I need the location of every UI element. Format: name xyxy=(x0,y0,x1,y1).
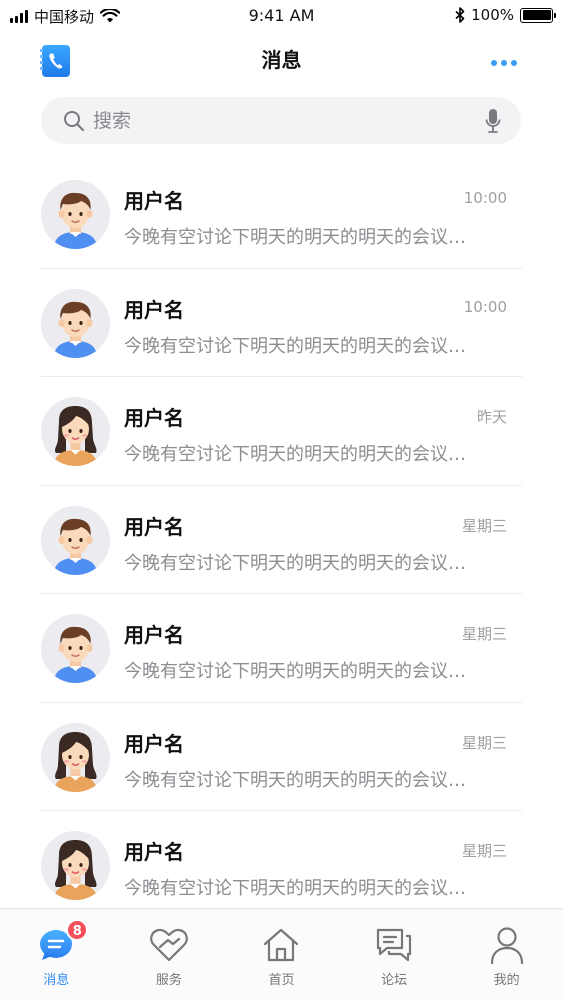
message-time: 星期三 xyxy=(461,733,507,752)
microphone-icon[interactable] xyxy=(485,108,501,134)
unread-badge: 8 xyxy=(66,919,89,941)
avatar xyxy=(41,397,110,466)
tab-label: 我的 xyxy=(493,973,520,988)
message-row[interactable]: 用户名 星期三 今晚有空讨论下明天的明天的明天的会议… xyxy=(0,811,563,920)
tab-messages[interactable]: 8 消息 xyxy=(0,909,113,1000)
message-time: 星期三 xyxy=(461,842,507,860)
sender-name: 用户名 xyxy=(124,731,184,756)
message-time: 星期三 xyxy=(461,625,507,643)
tab-profile[interactable]: 我的 xyxy=(450,909,563,1000)
sender-name: 用户名 xyxy=(124,623,184,647)
search-input[interactable] xyxy=(93,97,463,144)
search-bar xyxy=(41,97,521,144)
message-preview: 今晚有空讨论下明天的明天的明天的会议… xyxy=(124,335,466,357)
female-avatar-icon xyxy=(53,406,98,466)
message-list: 用户名 10:00 今晚有空讨论下明天的明天的明天的会议… 用户名 10:00 … xyxy=(0,160,563,920)
male-avatar-icon xyxy=(53,626,98,683)
user-profile-icon xyxy=(490,927,523,964)
tab-services[interactable]: 服务 xyxy=(113,909,226,1000)
male-avatar-icon xyxy=(53,301,98,358)
tab-label: 首页 xyxy=(268,973,295,988)
message-preview: 今晚有空讨论下明天的明天的明天的会议… xyxy=(124,661,466,682)
tab-label: 消息 xyxy=(43,973,70,988)
avatar xyxy=(41,288,110,358)
avatar xyxy=(41,614,110,683)
message-time: 昨天 xyxy=(476,408,507,426)
message-row[interactable]: 用户名 昨天 今晚有空讨论下明天的明天的明天的会议… xyxy=(0,377,563,486)
message-time: 星期三 xyxy=(461,516,507,535)
message-preview: 今晚有空讨论下明天的明天的明天的会议… xyxy=(124,769,466,791)
page-title: 消息 xyxy=(261,48,302,72)
message-preview: 今晚有空讨论下明天的明天的明天的会议… xyxy=(124,552,466,574)
tab-forum[interactable]: 论坛 xyxy=(338,909,451,1000)
sender-name: 用户名 xyxy=(124,189,184,213)
forum-chat-icon xyxy=(376,928,412,962)
message-row[interactable]: 用户名 星期三 今晚有空讨论下明天的明天的明天的会议… xyxy=(0,703,563,811)
sender-name: 用户名 xyxy=(124,840,184,864)
sender-name: 用户名 xyxy=(124,406,184,430)
male-avatar-icon xyxy=(53,518,98,575)
male-avatar-icon xyxy=(53,192,98,249)
status-right: 100% xyxy=(455,6,556,24)
message-row[interactable]: 用户名 星期三 今晚有空讨论下明天的明天的明天的会议… xyxy=(0,486,563,594)
message-preview: 今晚有空讨论下明天的明天的明天的会议… xyxy=(124,444,466,465)
message-row[interactable]: 用户名 10:00 今晚有空讨论下明天的明天的明天的会议… xyxy=(0,269,563,377)
header: 消息 xyxy=(0,32,563,88)
tab-bar: 8 消息 服务 首页 论坛 我的 xyxy=(0,908,563,1000)
female-avatar-icon xyxy=(53,731,98,792)
avatar xyxy=(41,180,110,249)
bluetooth-icon xyxy=(455,7,465,23)
tab-label: 论坛 xyxy=(381,973,408,988)
message-row[interactable]: 用户名 星期三 今晚有空讨论下明天的明天的明天的会议… xyxy=(0,594,563,703)
battery-percent: 100% xyxy=(471,6,514,24)
message-time: 10:00 xyxy=(463,297,507,316)
home-icon xyxy=(264,928,299,962)
message-row[interactable]: 用户名 10:00 今晚有空讨论下明天的明天的明天的会议… xyxy=(0,160,563,269)
tab-label: 服务 xyxy=(155,973,182,988)
message-preview: 今晚有空讨论下明天的明天的明天的会议… xyxy=(124,878,466,899)
avatar xyxy=(41,831,110,900)
heart-handshake-icon xyxy=(150,928,188,962)
message-preview: 今晚有空讨论下明天的明天的明天的会议… xyxy=(124,227,466,248)
tab-home[interactable]: 首页 xyxy=(225,909,338,1000)
battery-icon xyxy=(520,7,556,23)
sender-name: 用户名 xyxy=(124,297,184,322)
avatar xyxy=(41,722,110,792)
more-dots-icon[interactable] xyxy=(491,56,523,70)
sender-name: 用户名 xyxy=(124,514,184,539)
search-icon xyxy=(64,111,85,132)
female-avatar-icon xyxy=(53,840,98,900)
message-time: 10:00 xyxy=(463,189,507,207)
avatar xyxy=(41,505,110,575)
status-bar: 中国移动 9:41 AM 100% xyxy=(0,0,563,32)
